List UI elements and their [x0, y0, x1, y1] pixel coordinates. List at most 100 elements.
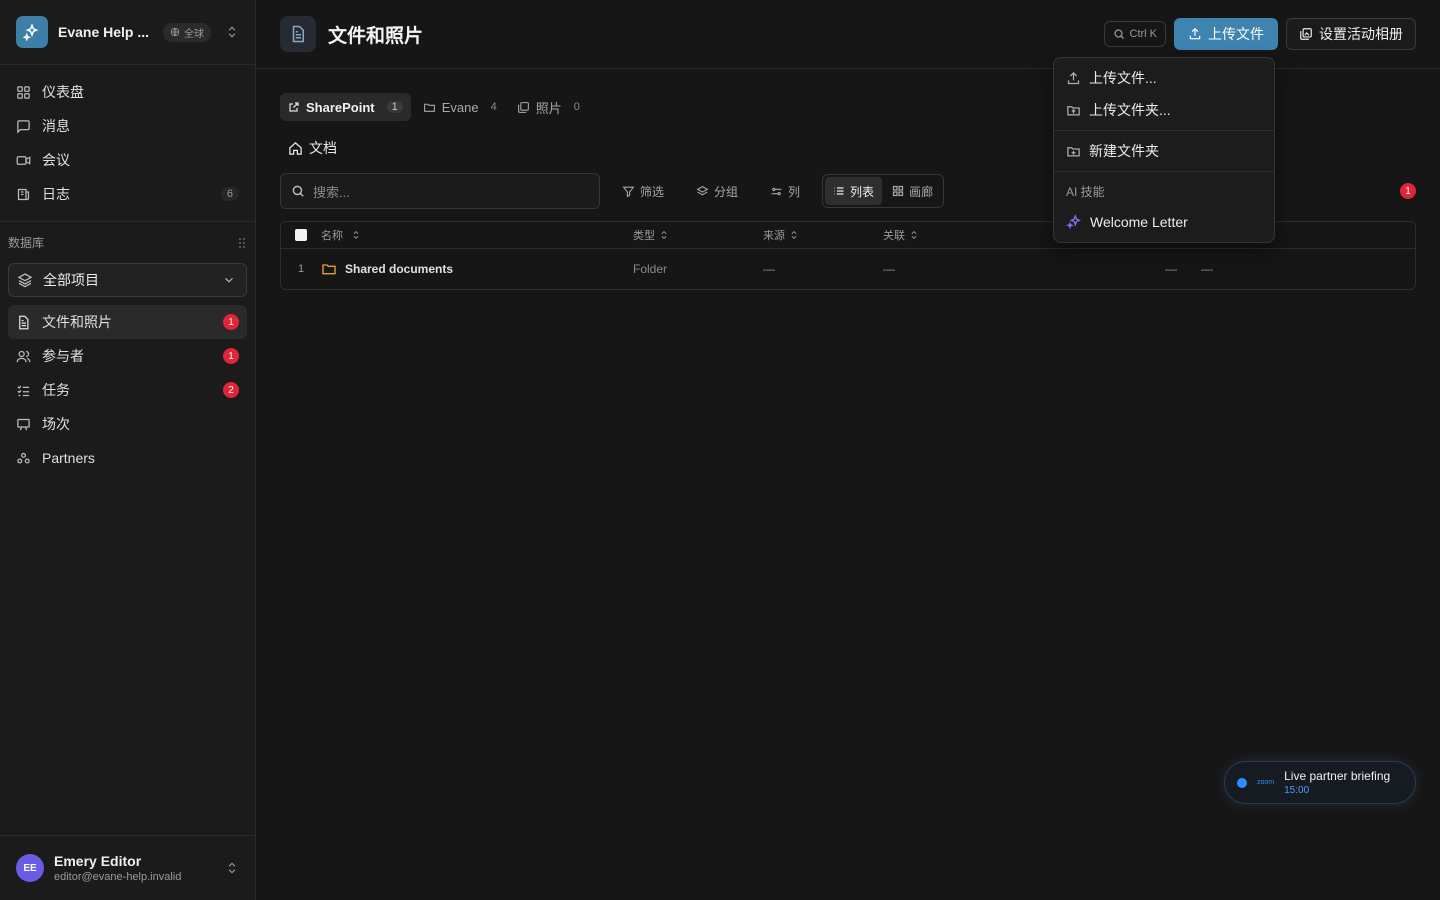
- breadcrumb-label: 文档: [309, 140, 337, 156]
- sidebar-item-files[interactable]: 文件和照片 1: [8, 305, 247, 339]
- search-icon: [292, 185, 304, 197]
- select-all-checkbox[interactable]: [281, 229, 321, 241]
- row-extra-cell: —: [1165, 262, 1177, 276]
- column-header-relation[interactable]: 关联: [883, 227, 1003, 243]
- notification-badge: 2: [223, 382, 239, 398]
- search-placeholder: 搜索...: [313, 184, 350, 200]
- layers-icon: [17, 272, 35, 288]
- sidebar-item-sessions[interactable]: 场次: [8, 407, 247, 441]
- nav-item-log[interactable]: 日志 6: [8, 177, 247, 211]
- menu-item-label: 上传文件...: [1089, 70, 1157, 86]
- notification-badge: 1: [223, 314, 239, 330]
- upload-dropdown-menu: 上传文件... 上传文件夹... 新建文件夹 AI 技能 Welcome Let…: [1053, 57, 1275, 243]
- shortcut-label: Ctrl K: [1129, 28, 1158, 40]
- sidebar-item-participants[interactable]: 参与者 1: [8, 339, 247, 373]
- sidebar-item-label: 参与者: [42, 348, 84, 364]
- table-row[interactable]: 1 Shared documents Folder — — — —: [281, 249, 1415, 289]
- row-relation: —: [883, 262, 895, 276]
- row-type: Folder: [633, 262, 668, 276]
- layers-icon: [696, 185, 709, 195]
- list-icon: [834, 187, 844, 195]
- toast-title: Live partner briefing: [1284, 769, 1391, 783]
- sidebar-item-label: Partners: [42, 450, 95, 466]
- users-icon: [16, 349, 34, 364]
- toast-content: Live partner briefing 15:00: [1284, 769, 1390, 796]
- view-gallery-label: 画廊: [909, 184, 934, 199]
- view-list-button[interactable]: 列表: [825, 177, 883, 205]
- chevron-down-icon: [222, 273, 236, 287]
- column-header-label: 名称: [321, 230, 343, 242]
- nav-item-dashboard[interactable]: 仪表盘: [8, 75, 247, 109]
- user-menu[interactable]: EE Emery Editor editor@evane-help.invali…: [0, 835, 255, 900]
- column-header-type[interactable]: 类型: [633, 227, 763, 243]
- filter-count-badge: 1: [1400, 183, 1416, 199]
- row-number: 1: [297, 263, 305, 275]
- group-label: 分组: [714, 184, 739, 199]
- tab-evane[interactable]: Evane 4: [415, 93, 505, 121]
- command-search-button[interactable]: Ctrl K: [1103, 21, 1166, 47]
- sidebar-item-tasks[interactable]: 任务 2: [8, 373, 247, 407]
- checkbox-box: [295, 229, 307, 241]
- menu-item-upload-file[interactable]: 上传文件...: [1054, 62, 1274, 94]
- grid-icon: [892, 185, 904, 197]
- database-heading-label: 数据库: [8, 236, 45, 250]
- sidebar-item-partners[interactable]: Partners: [8, 441, 247, 475]
- sidebar: Evane Help ... 全球 仪表盘 消息 会议 日志 6 数据库 全部项…: [0, 0, 256, 900]
- tab-count: 4: [490, 101, 497, 113]
- columns-label: 列: [788, 184, 801, 199]
- database-select[interactable]: 全部项目: [8, 263, 247, 297]
- sidebar-item-label: 文件和照片: [42, 314, 112, 330]
- filter-label: 筛选: [640, 184, 665, 199]
- column-header-source[interactable]: 来源: [763, 227, 883, 243]
- menu-section-label: AI 技能: [1066, 184, 1105, 199]
- page-title: 文件和照片: [328, 25, 424, 47]
- gallery-icon: [1300, 28, 1312, 40]
- row-name-cell[interactable]: Shared documents: [321, 261, 633, 277]
- grip-dots-icon[interactable]: [237, 237, 247, 249]
- nav-item-messages[interactable]: 消息: [8, 109, 247, 143]
- notification-badge: 1: [223, 348, 239, 364]
- zoom-logo: zoom: [1257, 779, 1275, 786]
- upload-file-button[interactable]: 上传文件: [1174, 18, 1278, 50]
- row-name: Shared documents: [345, 262, 454, 276]
- nav-item-meetings[interactable]: 会议: [8, 143, 247, 177]
- workspace-scope-badge: 全球: [163, 22, 212, 42]
- app: Evane Help ... 全球 仪表盘 消息 会议 日志 6 数据库 全部项…: [0, 0, 1440, 900]
- chevron-updown-icon: [225, 25, 239, 39]
- filter-button[interactable]: 筛选: [612, 175, 674, 207]
- menu-item-new-folder[interactable]: 新建文件夹: [1054, 135, 1274, 167]
- chevron-updown-icon: [225, 861, 239, 875]
- avatar: EE: [16, 854, 44, 882]
- columns-button[interactable]: 列: [760, 175, 810, 207]
- menu-item-upload-folder[interactable]: 上传文件夹...: [1054, 94, 1274, 126]
- view-gallery-button[interactable]: 画廊: [884, 177, 941, 205]
- document-icon: [280, 16, 316, 52]
- settings-sliders-icon: [771, 187, 782, 195]
- workspace-scope-label: 全球: [184, 28, 205, 40]
- tab-sharepoint[interactable]: SharePoint 1: [280, 93, 411, 121]
- menu-item-welcome-letter[interactable]: Welcome Letter: [1054, 206, 1274, 238]
- group-button[interactable]: 分组: [686, 175, 748, 207]
- view-toggle: 列表 画廊: [822, 174, 945, 208]
- live-indicator-icon: [1237, 777, 1247, 788]
- album-settings-button[interactable]: 设置活动相册: [1286, 18, 1416, 50]
- tab-label: 照片: [535, 100, 562, 116]
- folder-plus-icon: [1067, 146, 1080, 156]
- upload-button-label: 上传文件: [1208, 26, 1264, 42]
- tab-photos[interactable]: 照片 0: [509, 93, 588, 121]
- tab-label: SharePoint: [306, 99, 375, 115]
- gallery-icon: [517, 101, 529, 113]
- column-header-name[interactable]: 名称: [321, 227, 633, 243]
- menu-divider: [1054, 171, 1274, 172]
- sparkles-icon: [1066, 214, 1082, 230]
- dashboard-icon: [16, 85, 34, 100]
- live-meeting-toast[interactable]: zoom Live partner briefing 15:00: [1224, 761, 1416, 804]
- search-input[interactable]: 搜索...: [280, 173, 600, 209]
- tab-label: Evane: [441, 99, 479, 115]
- sort-icon: [661, 230, 667, 240]
- workspace-switcher[interactable]: Evane Help ... 全球: [0, 0, 255, 65]
- upload-icon: [1067, 71, 1080, 84]
- row-source: —: [763, 262, 775, 276]
- filter-icon: [622, 186, 635, 197]
- sort-icon: [911, 230, 917, 240]
